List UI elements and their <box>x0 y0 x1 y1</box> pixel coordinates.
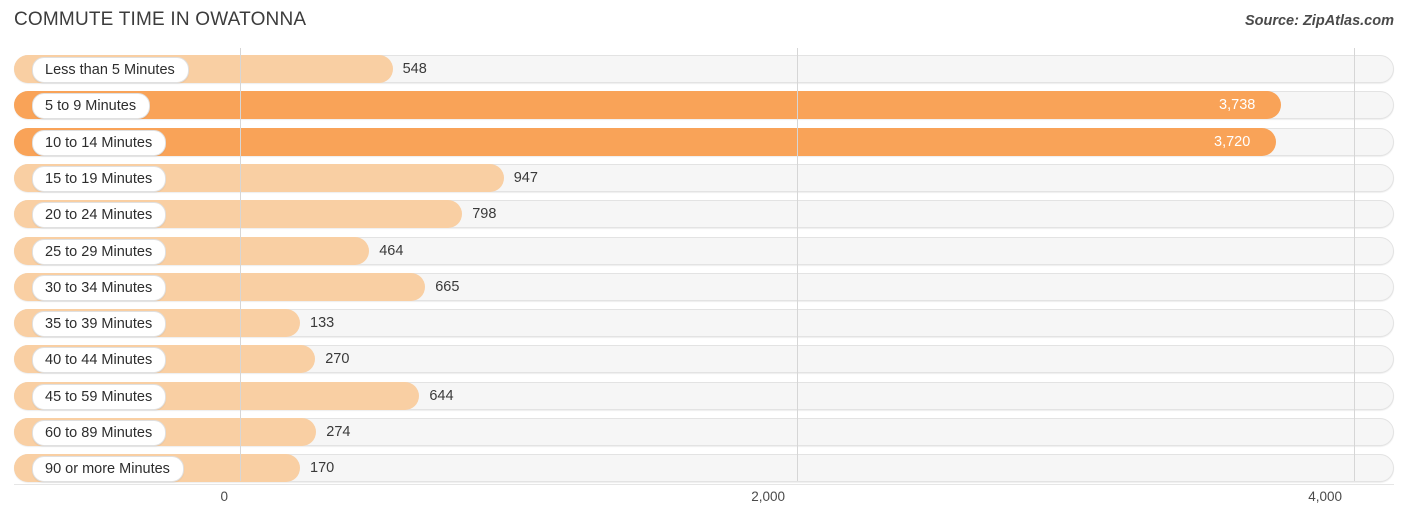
category-label: 20 to 24 Minutes <box>45 207 153 224</box>
bar-row[interactable]: 90 or more Minutes 170 <box>14 454 1394 483</box>
bar-value-label: 274 <box>326 424 351 440</box>
bar-rows: Less than 5 Minutes 548 5 to 9 Minutes 3,73… <box>0 48 1406 483</box>
bar[interactable] <box>14 127 1277 156</box>
bar-value-label-inside: 3,720 <box>1214 133 1251 150</box>
category-label-pill[interactable]: 35 to 39 Minutes <box>32 311 167 338</box>
category-label-pill[interactable]: 60 to 89 Minutes <box>32 420 167 446</box>
category-label: 90 or more Minutes <box>45 461 170 478</box>
bar-row[interactable]: 45 to 59 Minutes 644 <box>14 381 1394 410</box>
category-label: 10 to 14 Minutes <box>45 134 153 151</box>
bar-row[interactable]: 60 to 89 Minutes 274 <box>14 418 1394 446</box>
bar-row[interactable]: 5 to 9 Minutes 3,738 <box>14 91 1394 120</box>
category-label: 60 to 89 Minutes <box>45 425 153 441</box>
bar-row[interactable]: Less than 5 Minutes 548 <box>14 55 1394 83</box>
category-label-pill[interactable]: 90 or more Minutes <box>32 456 184 483</box>
page-title: COMMUTE TIME IN OWATONNA <box>14 9 307 30</box>
category-label: 30 to 34 Minutes <box>45 279 153 296</box>
category-label-pill[interactable]: 10 to 14 Minutes <box>32 129 167 156</box>
category-label-pill[interactable]: 15 to 19 Minutes <box>32 165 167 192</box>
axis-rule <box>14 484 1394 485</box>
x-axis: 0 2,000 4,000 <box>0 484 1406 522</box>
bar-value-label: 133 <box>310 315 335 332</box>
category-label-pill[interactable]: Less than 5 Minutes <box>32 57 189 83</box>
source-attribution: Source: ZipAtlas.com <box>1244 13 1394 29</box>
category-label-pill[interactable]: 5 to 9 Minutes <box>32 93 151 120</box>
bar-row[interactable]: 20 to 24 Minutes 798 <box>14 200 1394 229</box>
chart-header: COMMUTE TIME IN OWATONNA Source: ZipAtla… <box>0 0 1406 44</box>
category-label: 15 to 19 Minutes <box>45 170 153 187</box>
category-label: 45 to 59 Minutes <box>45 388 153 405</box>
category-label: 25 to 29 Minutes <box>45 243 153 260</box>
category-label: Less than 5 Minutes <box>45 62 175 78</box>
category-label-pill[interactable]: 45 to 59 Minutes <box>32 383 167 410</box>
bar-value-label: 665 <box>435 278 460 295</box>
category-label: 35 to 39 Minutes <box>45 316 153 333</box>
x-axis-tick-label: 4,000 <box>1308 489 1342 504</box>
bar-row[interactable]: 15 to 19 Minutes 947 <box>14 163 1394 192</box>
bar-value-label: 644 <box>429 387 454 404</box>
x-axis-tick-label: 2,000 <box>751 489 785 504</box>
category-label: 40 to 44 Minutes <box>45 352 153 369</box>
bar-value-label: 170 <box>310 460 335 477</box>
bar-row[interactable]: 35 to 39 Minutes 133 <box>14 309 1394 338</box>
bar-row[interactable]: 30 to 34 Minutes 665 <box>14 272 1394 301</box>
bar-value-label: 548 <box>402 61 427 77</box>
category-label-pill[interactable]: 20 to 24 Minutes <box>32 202 167 229</box>
bar-value-label: 798 <box>472 206 497 223</box>
bar-row[interactable]: 40 to 44 Minutes 270 <box>14 345 1394 374</box>
category-label-pill[interactable]: 30 to 34 Minutes <box>32 274 167 301</box>
category-label: 5 to 9 Minutes <box>45 98 137 115</box>
chart-plot-area: Less than 5 Minutes 548 5 to 9 Minutes 3,73… <box>0 48 1406 483</box>
category-label-pill[interactable]: 40 to 44 Minutes <box>32 347 167 374</box>
bar-row[interactable]: 25 to 29 Minutes 464 <box>14 236 1394 265</box>
x-axis-tick-label: 0 <box>220 489 228 504</box>
bar-value-label: 947 <box>513 169 538 186</box>
bar[interactable] <box>14 91 1282 120</box>
bar-value-label-inside: 3,738 <box>1219 97 1256 114</box>
category-label-pill[interactable]: 25 to 29 Minutes <box>32 238 167 265</box>
bar-value-label: 464 <box>379 242 404 259</box>
bar-value-label: 270 <box>325 351 350 368</box>
bar-row[interactable]: 10 to 14 Minutes 3,720 <box>14 127 1394 156</box>
